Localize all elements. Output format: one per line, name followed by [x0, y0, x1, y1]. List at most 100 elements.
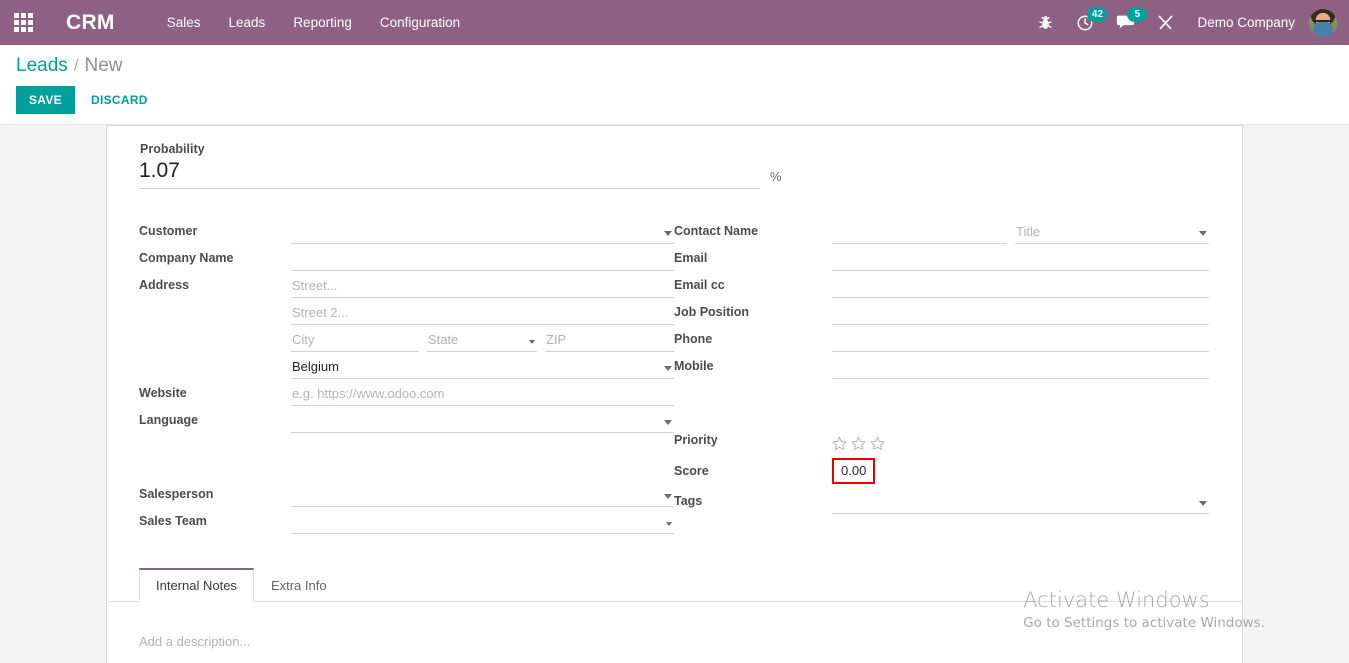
- field-contact-name: Contact Name Title: [674, 217, 1209, 244]
- chevron-down-icon[interactable]: [1199, 231, 1207, 236]
- website-input[interactable]: e.g. https://www.odoo.com: [291, 384, 674, 406]
- job-position-input[interactable]: [832, 303, 1209, 325]
- tab-internal-notes[interactable]: Internal Notes: [139, 568, 254, 602]
- probability-group: Probability 1.07 %: [139, 142, 1210, 189]
- chevron-down-icon[interactable]: [664, 231, 672, 236]
- priority-label: Priority: [674, 433, 718, 447]
- contact-name-label: Contact Name: [674, 224, 759, 238]
- menu-item-sales[interactable]: Sales: [153, 0, 215, 45]
- chevron-down-icon[interactable]: [664, 366, 672, 371]
- chevron-down-icon[interactable]: [664, 420, 672, 425]
- notebook: Internal Notes Extra Info Add a descript…: [107, 568, 1242, 663]
- left-column-gap-2: [139, 460, 674, 480]
- chevron-down-icon[interactable]: [1199, 501, 1207, 506]
- probability-input[interactable]: 1.07: [139, 158, 760, 189]
- form-columns: Customer Company Name Address Street... …: [139, 217, 1210, 534]
- address-street2-input[interactable]: Street 2...: [291, 303, 674, 325]
- field-language: Language: [139, 406, 674, 433]
- address-label: Address: [139, 278, 190, 292]
- field-address-city-state-zip: City State ZIP: [139, 325, 674, 352]
- contact-title-input[interactable]: Title: [1015, 222, 1209, 244]
- field-priority: Priority: [674, 426, 1209, 453]
- chevron-down-icon[interactable]: [664, 494, 672, 499]
- control-panel: Leads / New SAVE DISCARD: [0, 45, 1349, 125]
- email-value: [832, 268, 833, 270]
- address-street-input[interactable]: Street...: [291, 276, 674, 298]
- address-street-placeholder: Street...: [292, 278, 338, 293]
- tags-label: Tags: [674, 494, 703, 508]
- city-state-zip-group: City State ZIP: [291, 330, 674, 352]
- chevron-down-icon[interactable]: [666, 522, 672, 526]
- save-button[interactable]: SAVE: [16, 86, 75, 114]
- description-textarea[interactable]: Add a description...: [139, 634, 1210, 663]
- company-name-label: Company Name: [139, 251, 234, 265]
- score-input[interactable]: 0.00: [832, 458, 876, 484]
- user-avatar[interactable]: [1309, 8, 1337, 37]
- mobile-label: Mobile: [674, 359, 714, 373]
- company-switcher[interactable]: Demo Company: [1185, 0, 1307, 45]
- address-country-value: Belgium: [292, 359, 339, 374]
- address-zip-placeholder: ZIP: [546, 332, 567, 347]
- wrench-tools-icon[interactable]: [1146, 0, 1185, 45]
- chat-messages-icon[interactable]: 5: [1105, 0, 1148, 45]
- company-name-value: [291, 268, 292, 270]
- discard-button[interactable]: DISCARD: [81, 86, 158, 114]
- menu-item-reporting[interactable]: Reporting: [279, 0, 366, 45]
- field-salesperson: Salesperson: [139, 480, 674, 507]
- right-column-gap: [674, 379, 1209, 406]
- field-customer: Customer: [139, 217, 674, 244]
- star-icon[interactable]: [832, 436, 847, 451]
- mobile-value: [832, 376, 833, 378]
- language-label: Language: [139, 413, 199, 427]
- tab-extra-info[interactable]: Extra Info: [254, 568, 344, 602]
- bug-icon[interactable]: [1026, 0, 1065, 45]
- company-name-input[interactable]: [291, 249, 674, 271]
- address-street2-label-spacer: [139, 321, 291, 325]
- clock-activities-icon[interactable]: 42: [1065, 0, 1108, 45]
- customer-input[interactable]: [291, 222, 674, 244]
- email-input[interactable]: [832, 249, 1209, 271]
- address-zip-input[interactable]: ZIP: [545, 330, 674, 352]
- left-column-gap: [139, 433, 674, 460]
- menu-item-configuration[interactable]: Configuration: [366, 0, 474, 45]
- job-position-value: [832, 322, 833, 324]
- form-sheet: Probability 1.07 % Customer Company Name: [106, 125, 1243, 663]
- priority-star-group: [832, 436, 885, 453]
- app-brand-crm[interactable]: CRM: [66, 11, 115, 35]
- probability-percent-suffix: %: [770, 169, 782, 184]
- website-placeholder: e.g. https://www.odoo.com: [292, 386, 445, 401]
- sales-team-input[interactable]: [291, 512, 674, 534]
- field-website: Website e.g. https://www.odoo.com: [139, 379, 674, 406]
- apps-grid-icon[interactable]: [0, 0, 46, 45]
- phone-label: Phone: [674, 332, 713, 346]
- star-icon[interactable]: [851, 436, 866, 451]
- sales-team-value: [291, 531, 292, 533]
- notebook-pane-internal-notes: Add a description...: [139, 602, 1210, 663]
- contact-name-input[interactable]: [832, 222, 1007, 244]
- phone-input[interactable]: [832, 330, 1209, 352]
- address-country-input[interactable]: Belgium: [291, 357, 674, 379]
- control-panel-buttons: SAVE DISCARD: [16, 86, 1333, 114]
- breadcrumb-leads[interactable]: Leads: [16, 55, 68, 77]
- messages-count-badge: 5: [1127, 7, 1148, 22]
- email-cc-input[interactable]: [832, 276, 1209, 298]
- form-column-left: Customer Company Name Address Street... …: [139, 217, 674, 534]
- mobile-input[interactable]: [832, 357, 1209, 379]
- address-city-placeholder: City: [292, 332, 315, 347]
- form-scroll-area[interactable]: Probability 1.07 % Customer Company Name: [0, 125, 1349, 663]
- address-city-input[interactable]: City: [291, 330, 419, 352]
- contact-title-placeholder: Title: [1016, 224, 1041, 239]
- email-label: Email: [674, 251, 708, 265]
- field-tags: Tags: [674, 484, 1209, 514]
- email-cc-label: Email cc: [674, 278, 725, 292]
- contact-name-title-group: Title: [832, 222, 1209, 244]
- tags-input[interactable]: [832, 492, 1209, 514]
- field-job-position: Job Position: [674, 298, 1209, 325]
- star-icon[interactable]: [870, 436, 885, 451]
- chevron-down-icon[interactable]: [529, 340, 535, 344]
- menu-item-leads[interactable]: Leads: [215, 0, 280, 45]
- address-state-input[interactable]: State: [427, 330, 537, 352]
- email-cc-value: [832, 295, 833, 297]
- language-input[interactable]: [291, 411, 674, 433]
- salesperson-input[interactable]: [291, 485, 674, 507]
